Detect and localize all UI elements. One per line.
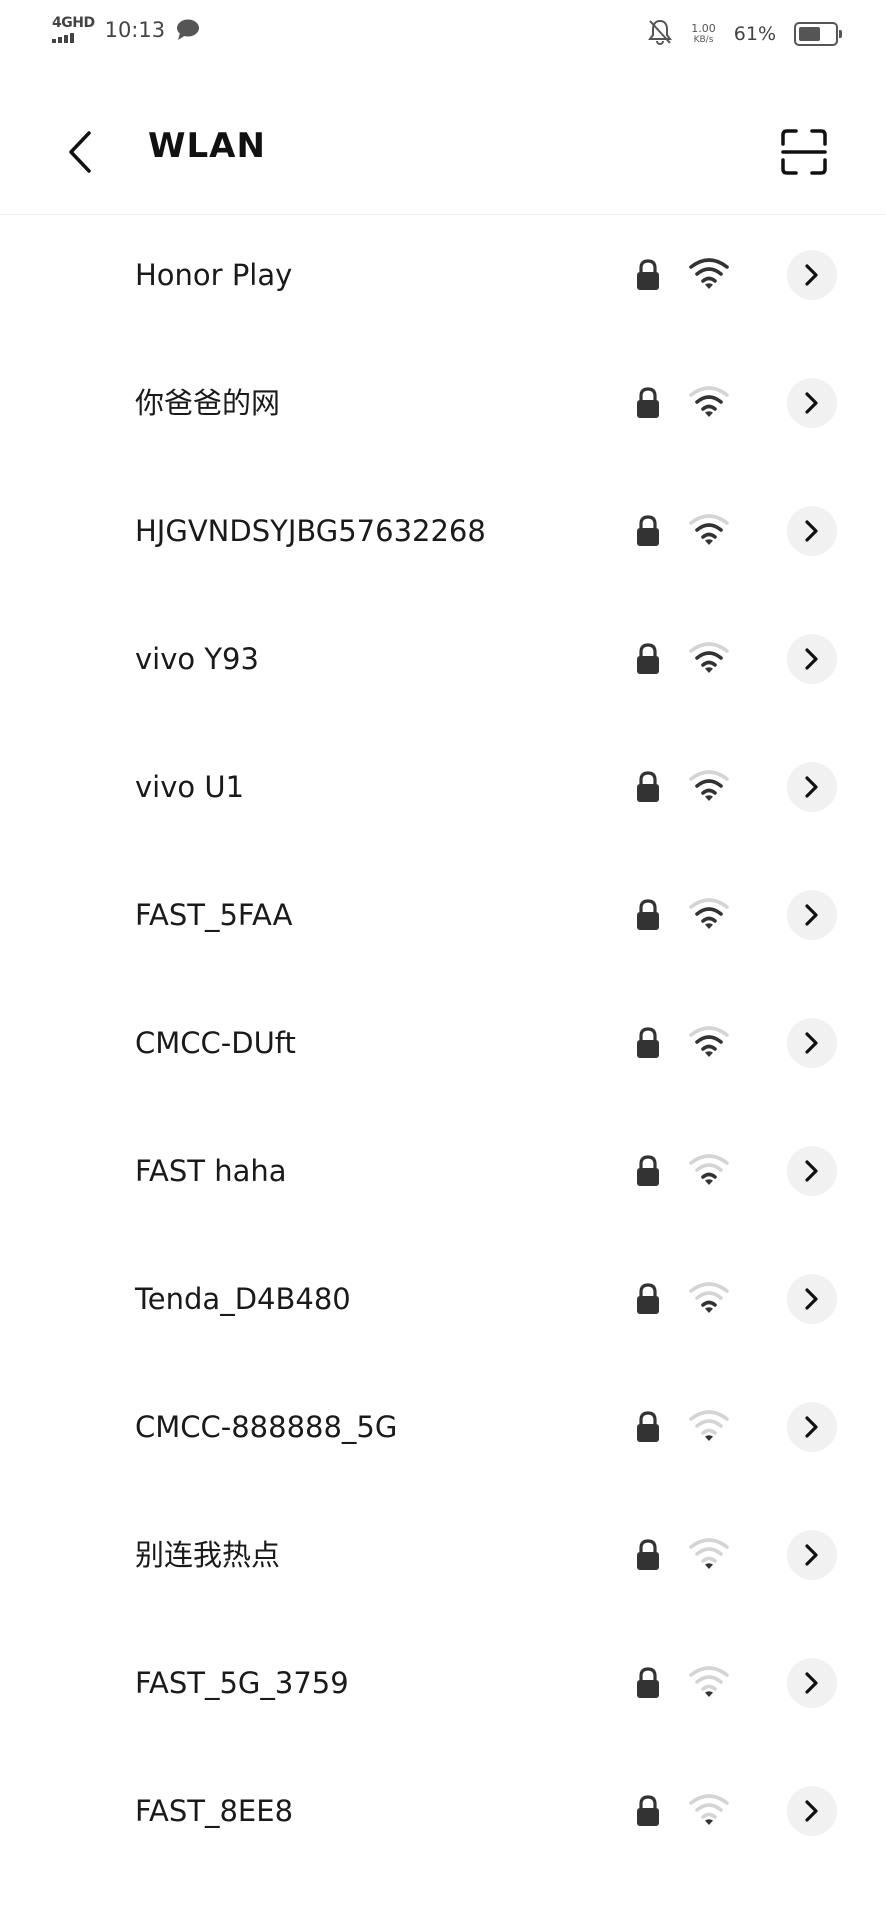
- battery-icon: [794, 22, 842, 46]
- lock-icon: [634, 1794, 662, 1828]
- app-bar: WLAN: [0, 90, 886, 215]
- chevron-right-icon: [805, 1032, 818, 1054]
- speed-value: 1.00: [691, 22, 716, 35]
- network-name: Honor Play: [135, 258, 293, 292]
- wifi-network-row[interactable]: vivo U1: [0, 732, 886, 860]
- wifi-network-row[interactable]: vivo Y93: [0, 604, 886, 732]
- lock-icon: [634, 514, 662, 548]
- chevron-right-icon: [805, 1672, 818, 1694]
- lock-icon: [634, 1666, 662, 1700]
- scan-icon: [781, 129, 827, 175]
- wifi-signal-icon: [688, 896, 730, 932]
- wifi-signal-icon: [688, 1792, 730, 1828]
- wifi-network-row[interactable]: HJGVNDSYJBG57632268: [0, 476, 886, 604]
- lock-icon: [634, 898, 662, 932]
- wifi-signal-icon: [688, 1024, 730, 1060]
- network-name: 你爸爸的网: [135, 386, 281, 420]
- mobile-signal-indicator: 4GHD: [52, 16, 95, 43]
- wifi-network-row[interactable]: FAST_5G_3759: [0, 1628, 886, 1756]
- network-name: FAST_5G_3759: [135, 1666, 349, 1700]
- network-details-button[interactable]: [787, 1146, 837, 1196]
- message-notification-icon: [175, 18, 201, 42]
- lock-icon: [634, 770, 662, 804]
- network-details-button[interactable]: [787, 1786, 837, 1836]
- cell-signal-icon: [52, 33, 74, 43]
- network-speed: 1.00 KB/s: [691, 23, 716, 45]
- status-time: 10:13: [104, 17, 166, 42]
- battery-percent: 61%: [733, 23, 776, 45]
- mute-bell-icon: [647, 18, 673, 50]
- network-details-button[interactable]: [787, 506, 837, 556]
- network-details-button[interactable]: [787, 250, 837, 300]
- chevron-right-icon: [805, 776, 818, 798]
- lock-icon: [634, 1154, 662, 1188]
- page-title: WLAN: [148, 126, 266, 166]
- wifi-signal-icon: [688, 512, 730, 548]
- chevron-right-icon: [805, 1544, 818, 1566]
- network-details-button[interactable]: [787, 1402, 837, 1452]
- network-name: CMCC-888888_5G: [135, 1410, 398, 1444]
- wifi-signal-icon: [688, 256, 730, 292]
- chevron-right-icon: [805, 520, 818, 542]
- network-name: 别连我热点: [135, 1538, 281, 1572]
- wifi-network-row[interactable]: 别连我热点: [0, 1500, 886, 1628]
- wifi-network-list: Honor Play 你爸爸的网 HJGVNDSYJBG57632268 vivo Y…: [0, 220, 886, 1884]
- network-name: Tenda_D4B480: [135, 1282, 351, 1316]
- speed-unit: KB/s: [693, 35, 714, 45]
- wifi-signal-icon: [688, 1280, 730, 1316]
- wifi-network-row[interactable]: Honor Play: [0, 220, 886, 348]
- chevron-right-icon: [805, 648, 818, 670]
- chevron-right-icon: [805, 1160, 818, 1182]
- network-details-button[interactable]: [787, 1018, 837, 1068]
- wifi-signal-icon: [688, 1664, 730, 1700]
- chevron-right-icon: [805, 1288, 818, 1310]
- lock-icon: [634, 1026, 662, 1060]
- network-type-label: 4GHD: [52, 15, 95, 31]
- back-arrow-icon: [69, 131, 91, 173]
- wifi-network-row[interactable]: CMCC-DUft: [0, 988, 886, 1116]
- lock-icon: [634, 1282, 662, 1316]
- lock-icon: [634, 258, 662, 292]
- wifi-network-row[interactable]: 你爸爸的网: [0, 348, 886, 476]
- wifi-signal-icon: [688, 1152, 730, 1188]
- chevron-right-icon: [805, 1416, 818, 1438]
- wifi-network-row[interactable]: CMCC-888888_5G: [0, 1372, 886, 1500]
- network-name: vivo Y93: [135, 642, 259, 676]
- network-name: FAST haha: [135, 1154, 287, 1188]
- wifi-signal-icon: [688, 384, 730, 420]
- chevron-right-icon: [805, 904, 818, 926]
- network-details-button[interactable]: [787, 1530, 837, 1580]
- status-bar: 4GHD 10:13 1.00 KB/s 61%: [0, 0, 886, 70]
- network-name: HJGVNDSYJBG57632268: [135, 514, 486, 548]
- wifi-signal-icon: [688, 1408, 730, 1444]
- network-details-button[interactable]: [787, 1658, 837, 1708]
- lock-icon: [634, 386, 662, 420]
- network-name: vivo U1: [135, 770, 245, 804]
- network-details-button[interactable]: [787, 762, 837, 812]
- battery-level-fill: [799, 27, 820, 41]
- network-details-button[interactable]: [787, 378, 837, 428]
- network-details-button[interactable]: [787, 890, 837, 940]
- wifi-network-row[interactable]: FAST haha: [0, 1116, 886, 1244]
- lock-icon: [634, 642, 662, 676]
- network-name: FAST_8EE8: [135, 1794, 294, 1828]
- network-name: CMCC-DUft: [135, 1026, 296, 1060]
- lock-icon: [634, 1410, 662, 1444]
- chevron-right-icon: [805, 1800, 818, 1822]
- wifi-signal-icon: [688, 768, 730, 804]
- chevron-right-icon: [805, 264, 818, 286]
- wifi-network-row[interactable]: FAST_8EE8: [0, 1756, 886, 1884]
- wifi-network-row[interactable]: FAST_5FAA: [0, 860, 886, 988]
- chevron-right-icon: [805, 392, 818, 414]
- wifi-network-row[interactable]: Tenda_D4B480: [0, 1244, 886, 1372]
- network-name: FAST_5FAA: [135, 898, 293, 932]
- lock-icon: [634, 1538, 662, 1572]
- network-details-button[interactable]: [787, 634, 837, 684]
- wifi-signal-icon: [688, 1536, 730, 1572]
- scan-qr-button[interactable]: [774, 122, 834, 182]
- network-details-button[interactable]: [787, 1274, 837, 1324]
- wifi-signal-icon: [688, 640, 730, 676]
- back-button[interactable]: [52, 124, 108, 180]
